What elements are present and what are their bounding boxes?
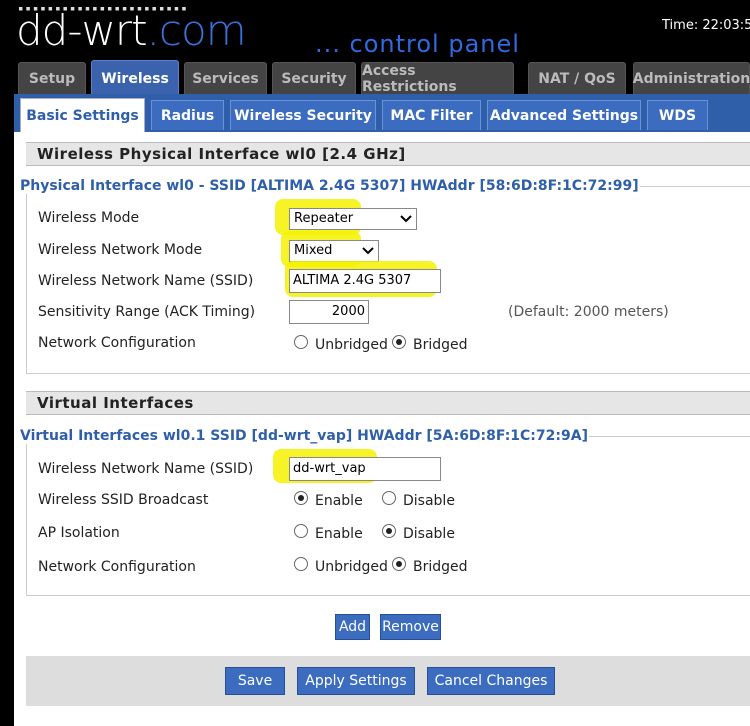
sub-tabs: Basic Settings Radius Wireless Security … xyxy=(14,94,750,132)
isolation-enable-label: Enable xyxy=(315,526,363,542)
tab-setup[interactable]: Setup xyxy=(18,62,86,94)
subtab-advanced-settings[interactable]: Advanced Settings xyxy=(487,100,641,130)
broadcast-disable-radio[interactable] xyxy=(382,491,396,505)
bottom-action-bar: Save Apply Settings Cancel Changes xyxy=(26,656,750,706)
vap-bridged-radio[interactable] xyxy=(392,557,406,571)
subtab-wds[interactable]: WDS xyxy=(647,100,708,130)
physical-interface-box: Physical Interface wl0 - SSID [ALTIMA 2.… xyxy=(19,178,750,374)
content-frame: Basic Settings Radius Wireless Security … xyxy=(14,94,750,726)
tab-access-restrictions[interactable]: Access Restrictions xyxy=(361,62,514,95)
network-mode-value: Mixed xyxy=(294,243,333,258)
bridged-label: Bridged xyxy=(413,337,468,353)
main-tabs: Setup Wireless Services Security Access … xyxy=(18,60,750,96)
logo: dd-wrt.com xyxy=(16,6,247,55)
bridged-radio[interactable] xyxy=(392,335,406,349)
subtab-basic-settings[interactable]: Basic Settings xyxy=(20,98,145,132)
isolation-enable-radio[interactable] xyxy=(294,524,308,538)
ssid-broadcast-label: Wireless SSID Broadcast xyxy=(38,492,209,508)
ssid-label: Wireless Network Name (SSID) xyxy=(38,273,254,289)
ap-isolation-label: AP Isolation xyxy=(38,525,120,541)
broadcast-enable-radio[interactable] xyxy=(294,491,308,505)
chevron-down-icon xyxy=(400,215,412,223)
sensitivity-input[interactable]: 2000 xyxy=(289,300,369,324)
tab-services[interactable]: Services xyxy=(184,62,267,94)
network-mode-label: Wireless Network Mode xyxy=(38,242,203,258)
header: ▪▪▪▪▪▪▪▪▪▪▪▪▪▪▪▪▪▪▪▪▪▪▪ dd-wrt.com ... c… xyxy=(0,0,750,60)
remove-button[interactable]: Remove xyxy=(380,614,441,640)
wireless-mode-label: Wireless Mode xyxy=(38,210,140,226)
cancel-changes-button[interactable]: Cancel Changes xyxy=(427,667,555,695)
logo-suffix: .com xyxy=(146,6,247,55)
wireless-mode-value: Repeater xyxy=(294,211,354,226)
vap-ssid-label: Wireless Network Name (SSID) xyxy=(38,461,254,477)
time-display: Time: 22:03:5 xyxy=(662,18,750,33)
unbridged-label: Unbridged xyxy=(315,337,388,353)
network-mode-select[interactable]: Mixed xyxy=(289,240,379,262)
virtual-legend: Virtual Interfaces wl0.1 SSID [dd-wrt_va… xyxy=(19,428,589,444)
vap-unbridged-radio[interactable] xyxy=(294,557,308,571)
tab-security[interactable]: Security xyxy=(272,62,356,94)
broadcast-disable-label: Disable xyxy=(403,493,455,509)
subtab-mac-filter[interactable]: MAC Filter xyxy=(382,100,481,130)
broadcast-enable-label: Enable xyxy=(315,493,363,509)
sensitivity-hint: (Default: 2000 meters) xyxy=(508,304,669,320)
physical-legend: Physical Interface wl0 - SSID [ALTIMA 2.… xyxy=(19,178,640,194)
subtab-wireless-security[interactable]: Wireless Security xyxy=(230,100,376,130)
virtual-interface-box: Virtual Interfaces wl0.1 SSID [dd-wrt_va… xyxy=(19,428,750,596)
subtab-radius[interactable]: Radius xyxy=(151,100,224,130)
tab-wireless[interactable]: Wireless xyxy=(91,60,179,96)
ssid-input[interactable]: ALTIMA 2.4G 5307 xyxy=(289,269,441,293)
physical-section-title: Wireless Physical Interface wl0 [2.4 GHz… xyxy=(26,142,750,166)
wireless-mode-select[interactable]: Repeater xyxy=(289,208,417,230)
isolation-disable-radio[interactable] xyxy=(382,524,396,538)
virtual-section-title: Virtual Interfaces xyxy=(26,391,750,415)
logo-text: dd-wrt xyxy=(16,6,148,55)
vap-ssid-input[interactable]: dd-wrt_vap xyxy=(289,457,441,481)
add-button[interactable]: Add xyxy=(335,614,370,640)
sensitivity-label: Sensitivity Range (ACK Timing) xyxy=(38,304,256,320)
tab-administration[interactable]: Administration xyxy=(633,62,750,94)
header-subtitle: ... control panel xyxy=(315,30,520,58)
tab-nat-qos[interactable]: NAT / QoS xyxy=(528,62,626,94)
vap-bridged-label: Bridged xyxy=(413,559,468,575)
vap-unbridged-label: Unbridged xyxy=(315,559,388,575)
vap-network-config-label: Network Configuration xyxy=(38,559,196,575)
save-button[interactable]: Save xyxy=(225,667,285,695)
chevron-down-icon xyxy=(362,247,374,255)
isolation-disable-label: Disable xyxy=(403,526,455,542)
network-config-label: Network Configuration xyxy=(38,335,196,351)
unbridged-radio[interactable] xyxy=(294,335,308,349)
apply-settings-button[interactable]: Apply Settings xyxy=(297,667,415,695)
